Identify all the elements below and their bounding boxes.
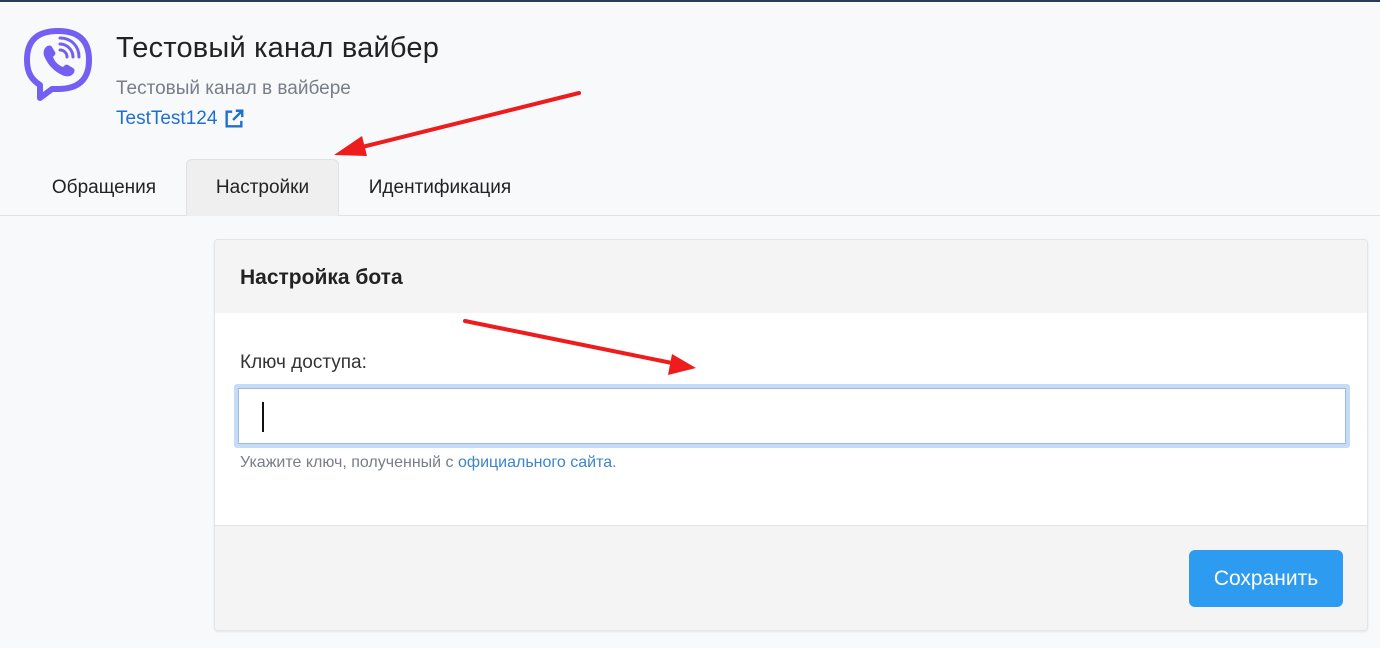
tab-requests[interactable]: Обращения: [24, 159, 184, 216]
text-caret: [262, 402, 264, 432]
access-key-input[interactable]: [238, 388, 1346, 444]
bot-settings-card: Настройка бота Ключ доступа: Укажите клю…: [214, 239, 1368, 631]
help-text-prefix: Укажите ключ, полученный с: [240, 454, 458, 471]
card-header: Настройка бота: [215, 240, 1367, 313]
access-key-label: Ключ доступа:: [240, 352, 367, 373]
card-footer: Сохранить: [215, 525, 1367, 630]
channel-link-label: TestTest124: [116, 108, 218, 129]
channel-description: Тестовый канал в вайбере: [116, 78, 351, 99]
external-link-icon: [225, 109, 244, 128]
channel-link[interactable]: TestTest124: [116, 108, 245, 130]
tab-bar: Обращения Настройки Идентификация: [0, 159, 1380, 216]
card-title: Настройка бота: [240, 266, 403, 289]
access-key-field-wrapper: [234, 384, 1350, 448]
save-button[interactable]: Сохранить: [1189, 550, 1343, 607]
page-title: Тестовый канал вайбер: [116, 32, 440, 64]
tab-settings[interactable]: Настройки: [186, 159, 339, 216]
help-text-suffix: .: [612, 454, 617, 471]
help-text: Укажите ключ, полученный с официального …: [240, 454, 617, 472]
official-site-link[interactable]: официального сайта: [458, 454, 612, 471]
tab-identification[interactable]: Идентификация: [340, 159, 540, 216]
viber-icon: [22, 27, 94, 101]
